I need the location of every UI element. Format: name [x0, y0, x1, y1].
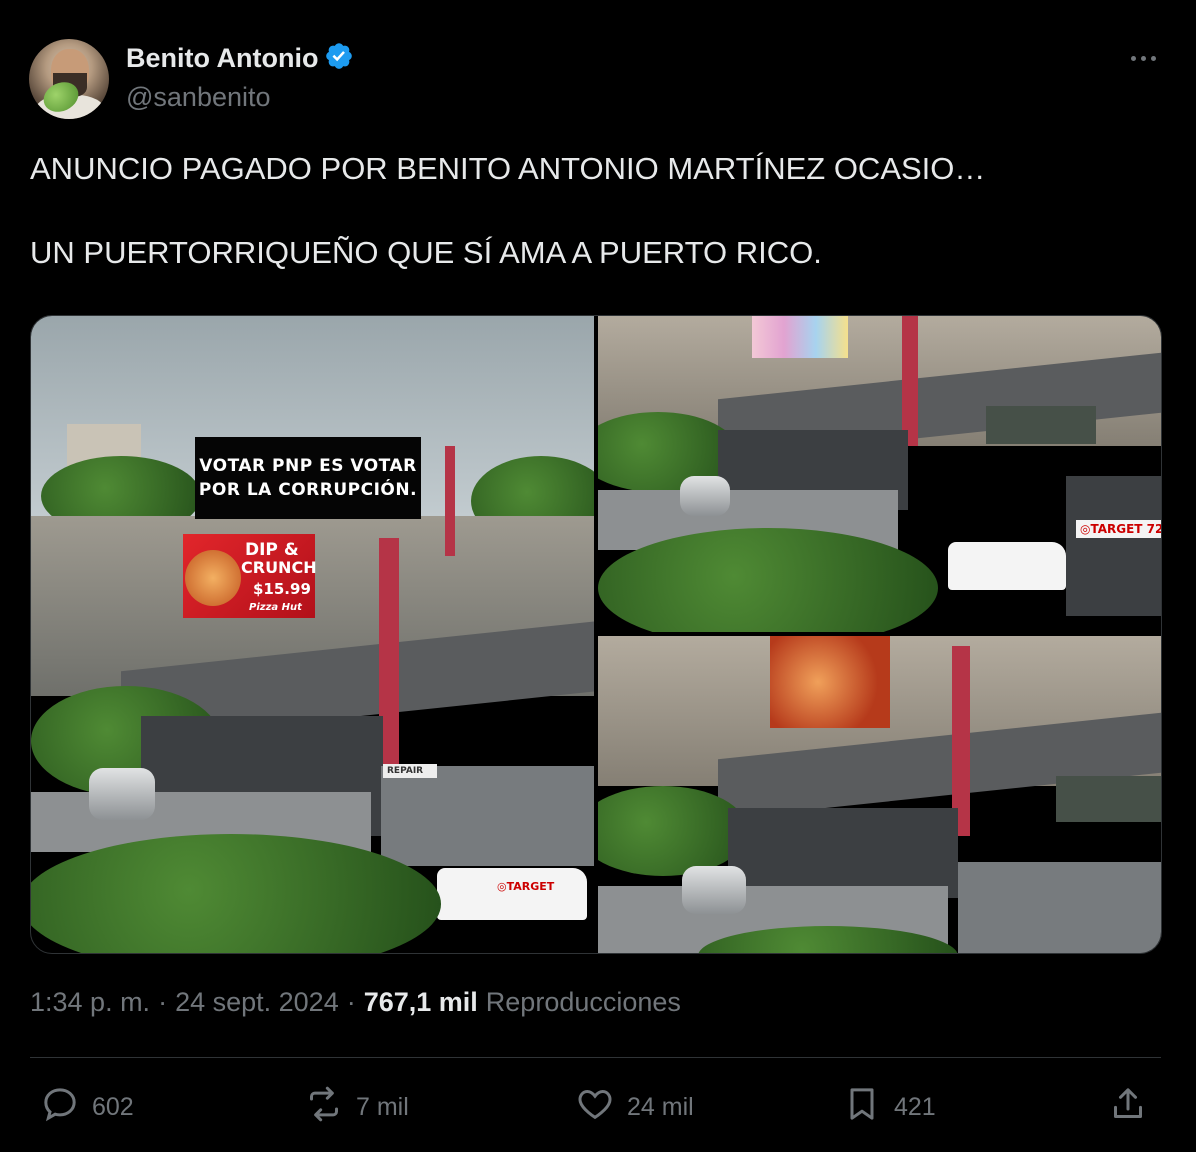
meta-separator: ·: [346, 987, 356, 1017]
gray-building: [728, 808, 958, 898]
bookmark-button[interactable]: 421: [842, 1085, 936, 1129]
color-billboard: [752, 316, 848, 358]
tweet-line-1: ANUNCIO PAGADO POR BENITO ANTONIO MARTÍN…: [30, 151, 986, 186]
billboard-pole: [445, 446, 455, 556]
tweet-line-2: UN PUERTORRIQUEÑO QUE SÍ AMA A PUERTO RI…: [30, 235, 822, 270]
share-icon: [1108, 1084, 1148, 1131]
van-label: ◎TARGET: [497, 880, 555, 893]
more-dot-icon: [1140, 55, 1146, 61]
water-tank: [682, 866, 746, 914]
reply-icon: [40, 1084, 80, 1131]
author-handle[interactable]: @sanbenito: [126, 82, 271, 113]
repair-sign: REPAIR: [383, 764, 437, 778]
like-button[interactable]: 24 mil: [575, 1085, 694, 1129]
media-grid: DIP & CRUNCH $15.99 Pizza Hut VOTAR PNP …: [30, 315, 1162, 954]
pizza-icon: [185, 550, 241, 606]
target-van: ◎TARGET: [437, 868, 587, 920]
billboard-pole: [902, 316, 918, 446]
water-tank: [89, 768, 155, 820]
votar-pnp-billboard: VOTAR PNP ES VOTAR POR LA CORRUPCIÓN.: [195, 437, 421, 519]
green-building: [986, 406, 1096, 444]
repost-icon: [304, 1084, 344, 1131]
tweet-text: ANUNCIO PAGADO POR BENITO ANTONIO MARTÍN…: [30, 148, 1160, 274]
more-options-button[interactable]: [1122, 44, 1164, 72]
photo-3[interactable]: [598, 636, 1161, 953]
food-billboard: [770, 636, 890, 728]
photo-2[interactable]: ◎TARGET 72: [598, 316, 1161, 632]
avatar[interactable]: [29, 39, 109, 119]
target-van: [948, 542, 1066, 590]
tweet-time[interactable]: 1:34 p. m.: [30, 987, 150, 1018]
photo-1[interactable]: DIP & CRUNCH $15.99 Pizza Hut VOTAR PNP …: [31, 316, 594, 953]
author-name[interactable]: Benito Antonio: [126, 43, 318, 74]
reply-button[interactable]: 602: [40, 1085, 134, 1129]
bookmark-icon: [842, 1084, 882, 1131]
views-count: 767,1 mil: [363, 987, 478, 1017]
more-dot-icon: [1130, 55, 1136, 61]
reply-count: 602: [92, 1092, 134, 1121]
repost-button[interactable]: 7 mil: [304, 1085, 409, 1129]
ad-price: $15.99: [253, 580, 311, 598]
target-sign: ◎TARGET 72: [1076, 520, 1161, 538]
tweet-date[interactable]: 24 sept. 2024: [175, 987, 339, 1018]
ad-crunch: CRUNCH: [241, 558, 317, 577]
ad-brand: Pizza Hut: [249, 602, 302, 613]
meta-separator: ·: [158, 987, 168, 1017]
parking-lot: [381, 766, 594, 866]
more-dot-icon: [1150, 55, 1156, 61]
heart-icon: [575, 1084, 615, 1131]
verified-badge-icon: [324, 41, 354, 76]
divider: [30, 1057, 1161, 1058]
billboard-line-1: VOTAR PNP ES VOTAR: [199, 456, 417, 476]
views-label: Reproducciones: [485, 987, 681, 1017]
author-name-row[interactable]: Benito Antonio: [126, 40, 354, 76]
share-button[interactable]: [1108, 1085, 1148, 1129]
repost-count: 7 mil: [356, 1092, 409, 1121]
bookmark-count: 421: [894, 1092, 936, 1121]
billboard-line-2: POR LA CORRUPCIÓN.: [198, 480, 418, 500]
target-store: [1066, 476, 1161, 616]
water-tank: [680, 476, 730, 516]
tree: [31, 834, 441, 953]
like-count: 24 mil: [627, 1092, 694, 1121]
green-building: [1056, 776, 1161, 822]
pizza-ad-billboard: DIP & CRUNCH $15.99 Pizza Hut: [183, 534, 317, 618]
parking-lot: [958, 862, 1161, 953]
tweet-meta: 1:34 p. m. · 24 sept. 2024 · 767,1 mil R…: [30, 987, 681, 1018]
ad-dip: DIP &: [245, 540, 299, 560]
